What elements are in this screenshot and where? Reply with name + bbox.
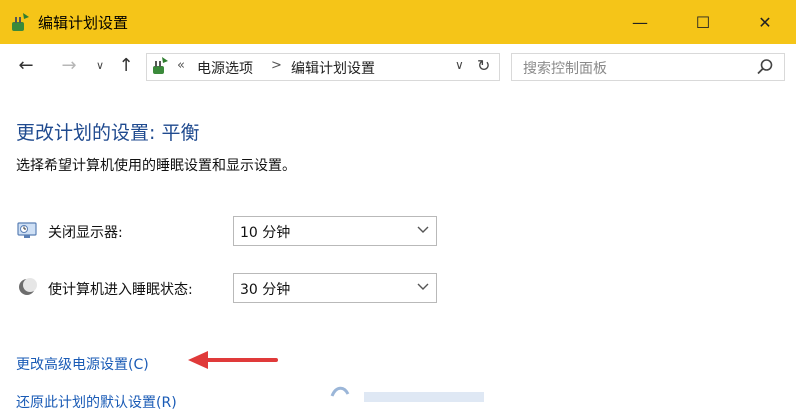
turn-off-display-label: 关闭显示器: — [48, 225, 123, 241]
sleep-moon-icon — [19, 278, 37, 295]
chevron-down-icon — [417, 283, 429, 290]
turn-off-display-select[interactable]: 10 分钟 — [233, 216, 437, 246]
forward-button[interactable]: → — [58, 54, 80, 76]
sleep-value: 30 分钟 — [240, 282, 291, 298]
breadcrumb-overflow-icon[interactable]: « — [177, 58, 185, 73]
sleep-label: 使计算机进入睡眠状态: — [48, 282, 193, 298]
back-button[interactable]: ← — [14, 54, 38, 76]
restore-default-settings-link[interactable]: 还原此计划的默认设置(R) — [16, 392, 177, 412]
breadcrumb-power-options[interactable]: 电源选项 — [197, 58, 253, 78]
breadcrumb-edit-plan[interactable]: 编辑计划设置 — [291, 58, 375, 78]
power-options-icon — [153, 57, 168, 74]
chevron-down-icon — [417, 226, 429, 233]
refresh-icon[interactable]: ↻ — [477, 56, 490, 75]
close-button[interactable]: ✕ — [742, 0, 788, 44]
maximize-button[interactable]: ☐ — [680, 0, 726, 44]
address-history-dropdown-icon[interactable]: ∨ — [455, 58, 464, 72]
breadcrumb-separator-icon[interactable]: > — [271, 58, 282, 73]
page-description: 选择希望计算机使用的睡眠设置和显示设置。 — [16, 158, 296, 174]
power-options-icon — [12, 13, 29, 31]
address-bar[interactable]: « 电源选项 > 编辑计划设置 ∨ ↻ — [146, 53, 500, 81]
sleep-select[interactable]: 30 分钟 — [233, 273, 437, 303]
search-icon[interactable] — [756, 58, 774, 76]
up-button[interactable]: ↑ — [115, 54, 137, 76]
minimize-button[interactable]: — — [617, 0, 663, 44]
turn-off-display-value: 10 分钟 — [240, 225, 291, 241]
page-title: 更改计划的设置: 平衡 — [16, 122, 200, 144]
search-placeholder: 搜索控制面板 — [523, 61, 607, 77]
change-advanced-power-settings-link[interactable]: 更改高级电源设置(C) — [16, 354, 149, 374]
watermark-logo — [330, 386, 484, 402]
monitor-icon — [17, 222, 37, 238]
recent-locations-button[interactable]: ∨ — [90, 54, 110, 76]
window-title: 编辑计划设置 — [38, 14, 129, 32]
title-bar: 编辑计划设置 — ☐ ✕ — [0, 0, 796, 45]
search-input[interactable]: 搜索控制面板 — [511, 53, 785, 81]
annotation-arrow-icon — [188, 351, 278, 369]
address-row: ← → ∨ ↑ « 电源选项 > 编辑计划设置 ∨ ↻ 搜索控制面板 — [0, 44, 796, 88]
